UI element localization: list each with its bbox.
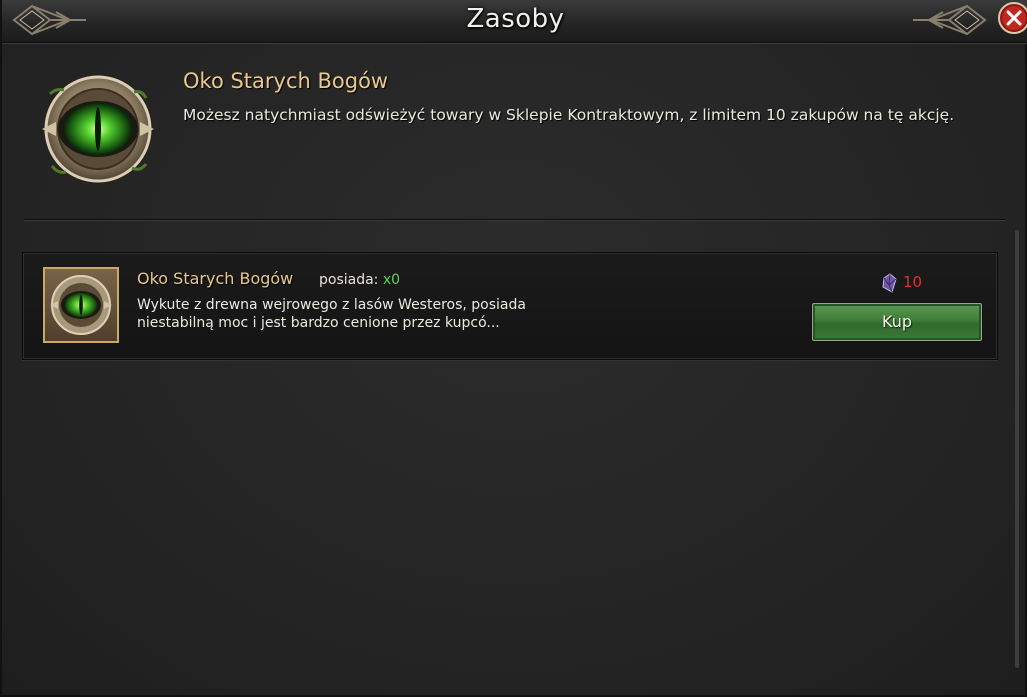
item-description: Wykute z drewna wejrowego z lasów Wester… [137,296,597,332]
owned-label: posiada: [319,272,379,288]
close-icon [998,2,1027,34]
price-value: 10 [903,273,923,291]
item-name: Oko Starych Bogów [137,269,294,288]
weirwood-eye-icon [36,70,160,188]
list-item: Oko Starych Bogów posiada: x0 Wykute z d… [22,252,998,360]
right-ornament-icon [913,4,987,36]
weirwood-eye-icon [50,275,112,335]
scrollbar[interactable] [1015,230,1019,668]
header-title: Oko Starych Bogów [183,69,389,93]
item-description-line-1: Wykute z drewna wejrowego z lasów Wester… [137,297,526,313]
owned-info: posiada: x0 [319,272,400,288]
item-icon-frame[interactable] [43,267,119,343]
divider [24,219,1006,220]
header-description: Możesz natychmiast odświeżyć towary w Sk… [183,106,955,124]
title-bar: Zasoby [2,0,1027,43]
close-button[interactable] [997,0,1027,38]
purple-gem-icon [882,273,897,293]
resources-window: Zasoby Oko Starych Bogów Możesz natychmi… [0,0,1027,697]
window-title: Zasoby [466,4,565,34]
buy-button[interactable]: Kup [812,303,982,341]
item-description-line-2: niestabilną moc i jest bardzo cenione pr… [137,315,500,331]
owned-count: x0 [382,272,401,288]
